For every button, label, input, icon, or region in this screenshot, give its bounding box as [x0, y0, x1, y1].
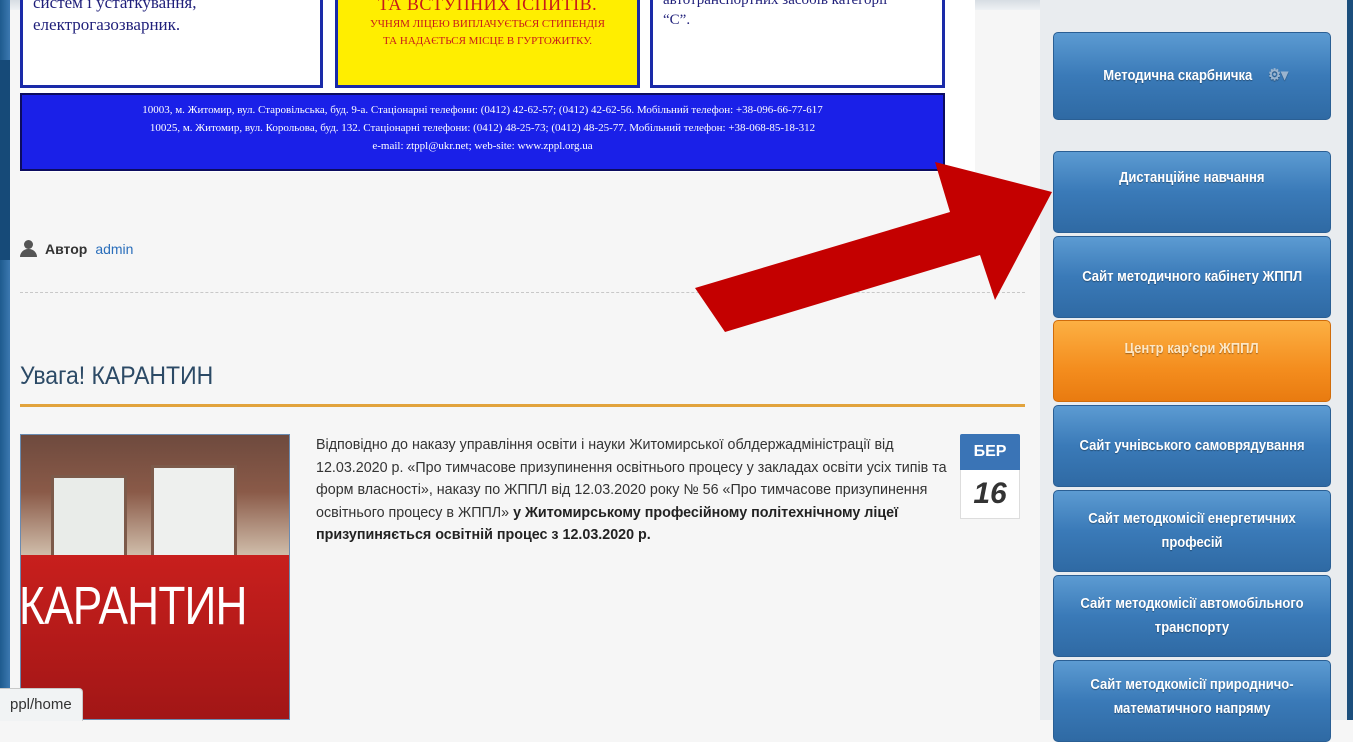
sidebar-item-science-commission[interactable]: Сайт методкомісії природничо-математично… [1053, 660, 1331, 742]
banner-box3-line1: автотранспортних засобів категорії [663, 0, 888, 8]
red-arrow-shape [695, 162, 1052, 332]
sidebar-item-label: Сайт учнівського самоврядування [1079, 438, 1305, 454]
banner-box-admission: ТА ВСТУПНИХ ІСПИТІВ. УЧНЯМ ЛІЦЕЮ ВИПЛАЧУ… [335, 0, 640, 88]
author-label: Автор [45, 240, 88, 257]
gear-icon[interactable]: ⚙▾ [1268, 64, 1288, 88]
sidebar-item-automotive-commission[interactable]: Сайт методкомісії автомобільного транспо… [1053, 575, 1331, 657]
sidebar-item-label: Сайт методкомісії природничо-математично… [1090, 677, 1294, 717]
header-banner: систем і устаткування, електрогазозварни… [20, 0, 975, 172]
window-left-edge [0, 0, 10, 720]
sidebar-item-label: Сайт методичного кабінету ЖППЛ [1082, 269, 1302, 285]
banner-box2-line2: ТА НАДАЄТЬСЯ МІСЦЕ В ГУРТОЖИТКУ. [383, 35, 592, 47]
window-left-notch [0, 60, 10, 260]
article-image-caption: КАРАНТИН [20, 576, 248, 636]
user-icon [20, 240, 37, 257]
author-link[interactable]: admin [95, 241, 133, 257]
title-underline [20, 404, 1025, 407]
banner-box-professions: систем і устаткування, електрогазозварни… [20, 0, 323, 88]
banner-box1-line2: електрогазозварник. [33, 15, 181, 34]
date-day: 16 [960, 470, 1020, 519]
article-author: Автор admin [20, 240, 133, 257]
banner-box3-line2: “С”. [663, 12, 691, 28]
sidebar-item-label: Методична скарбничка [1103, 68, 1253, 84]
banner-box1-line1: систем і устаткування, [33, 0, 197, 12]
sidebar-item-methodical-treasury[interactable]: Методична скарбничка ⚙▾ [1053, 32, 1331, 120]
banner-address-2: 10025, м. Житомир, вул. Корольова, буд. … [149, 122, 816, 134]
banner-box-vehicles: автотранспортних засобів категорії “С”. [650, 0, 945, 88]
sidebar-item-career-center[interactable]: Центр кар'єри ЖППЛ [1053, 320, 1331, 402]
date-month: БЕР [960, 434, 1020, 470]
sidebar-item-distance-learning[interactable]: Дистанційне навчання [1053, 151, 1331, 233]
article-title-text[interactable]: Увага! КАРАНТИН [20, 362, 213, 391]
sidebar-item-student-government[interactable]: Сайт учнівського самоврядування [1053, 405, 1331, 487]
sidebar-item-label: Сайт методкомісії енергетичних професій [1088, 511, 1296, 551]
sidebar-item-label: Сайт методкомісії автомобільного транспо… [1080, 596, 1304, 636]
status-bar-url: ppl/home [0, 688, 83, 721]
sidebar-item-label: Дистанційне навчання [1119, 170, 1265, 186]
window-right-edge [1347, 0, 1353, 720]
sidebar-item-energy-commission[interactable]: Сайт методкомісії енергетичних професій [1053, 490, 1331, 572]
banner-address-1: 10003, м. Житомир, вул. Старовільська, б… [142, 104, 823, 116]
article-image[interactable]: КАРАНТИН [20, 434, 290, 720]
banner-box2-line1: УЧНЯМ ЛІЦЕЮ ВИПЛАЧУЄТЬСЯ СТИПЕНДІЯ [369, 18, 606, 30]
article-title[interactable]: Увага! КАРАНТИН [20, 362, 230, 391]
red-arrow-annotation [695, 162, 1052, 332]
banner-box2-title: ТА ВСТУПНИХ ІСПИТІВ. [377, 0, 598, 14]
sidebar-item-methodical-cabinet[interactable]: Сайт методичного кабінету ЖППЛ [1053, 236, 1331, 318]
date-badge: БЕР 16 [960, 434, 1020, 524]
sidebar-item-label: Центр кар'єри ЖППЛ [1124, 341, 1260, 357]
article-body: Відповідно до наказу управління освіти і… [316, 434, 952, 547]
